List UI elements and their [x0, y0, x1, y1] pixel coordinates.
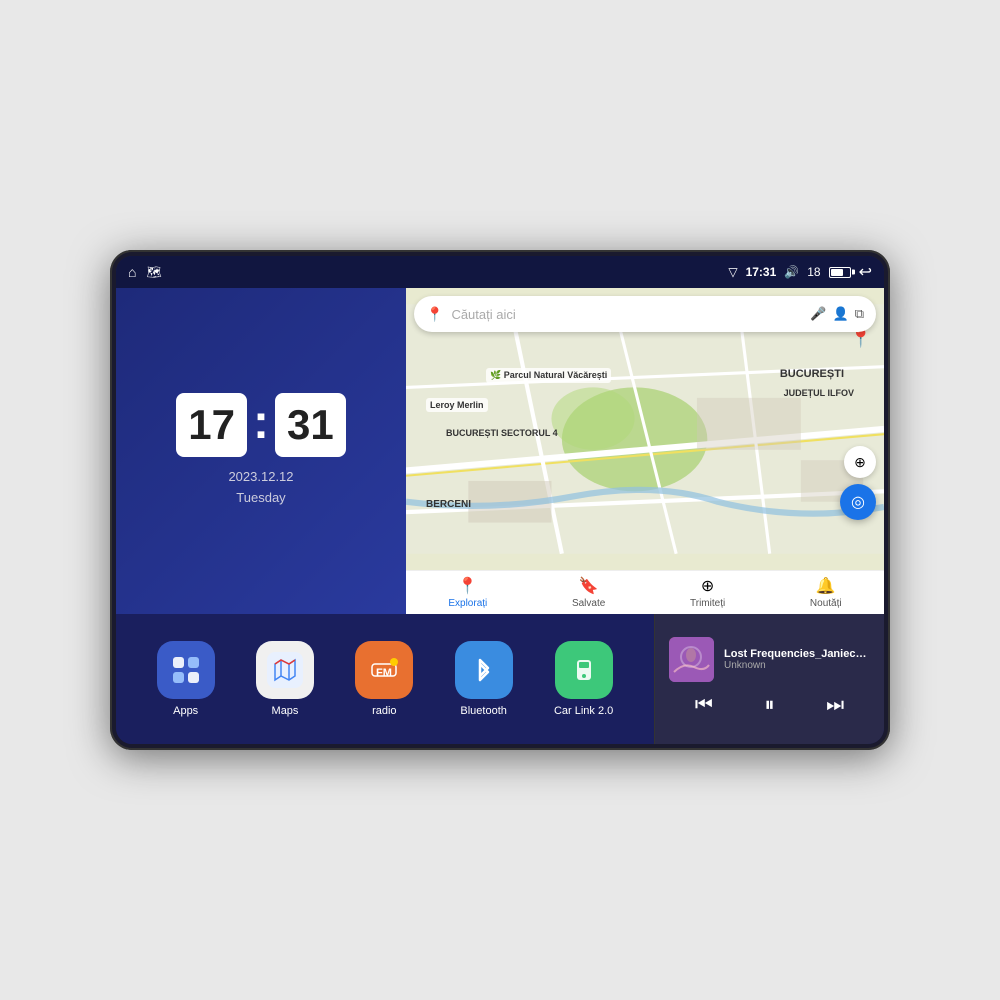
app-item-radio[interactable]: FM radio [355, 641, 413, 717]
music-thumbnail [669, 637, 714, 682]
status-right-area: ▽ 17:31 🔊 18 ↩ [728, 262, 872, 282]
home-icon[interactable]: ⌂ [128, 264, 136, 280]
news-label: Noutăți [810, 598, 842, 609]
bluetooth-icon [466, 652, 502, 688]
music-prev-button[interactable]: ⏮ [685, 690, 723, 721]
map-search-bar[interactable]: 📍 Căutați aici 🎤 👤 ⧉ [414, 296, 876, 332]
maps-icon-bg [256, 641, 314, 699]
maps-icon [267, 652, 303, 688]
device-screen: ⌂ 🗺 ▽ 17:31 🔊 18 ↩ [116, 256, 884, 744]
map-label-parc: 🌿 Parcul Natural Văcărești [486, 368, 611, 383]
status-time: 17:31 [746, 265, 777, 279]
map-pin-icon: 📍 [426, 306, 443, 323]
radio-icon-bg: FM [355, 641, 413, 699]
map-nav-saved[interactable]: 🔖 Salvate [572, 576, 605, 609]
explore-icon: 📍 [458, 576, 478, 596]
map-nav-explore[interactable]: 📍 Explorați [448, 576, 487, 609]
volume-icon: 🔊 [784, 265, 799, 279]
map-search-text: Căutați aici [451, 307, 802, 322]
map-label-bucuresti: BUCUREȘTI [780, 368, 844, 380]
map-label-sector4: BUCUREȘTI SECTORUL 4 [446, 428, 558, 438]
bluetooth-icon-bg [455, 641, 513, 699]
music-artist: Unknown [724, 660, 870, 671]
saved-label: Salvate [572, 598, 605, 609]
back-button[interactable]: ↩ [859, 262, 872, 282]
bluetooth-label: Bluetooth [460, 705, 506, 717]
explore-label: Explorați [448, 598, 487, 609]
map-location-fab[interactable]: ◎ [840, 484, 876, 520]
map-nav-send[interactable]: ⊕ Trimiteți [690, 576, 725, 609]
map-label-leroy: Leroy Merlin [426, 398, 488, 412]
account-icon[interactable]: 👤 [833, 306, 849, 322]
apps-icon-bg [157, 641, 215, 699]
app-item-apps[interactable]: Apps [157, 641, 215, 717]
clock-widget: 17 : 31 2023.12.12 Tuesday [116, 288, 406, 614]
apps-label: Apps [173, 705, 198, 717]
carlink-label: Car Link 2.0 [554, 705, 613, 717]
clock-hours: 17 [176, 393, 247, 457]
app-item-carlink[interactable]: Car Link 2.0 [554, 641, 613, 717]
map-label-berceni: BERCENI [426, 499, 471, 510]
svg-text:FM: FM [376, 667, 392, 679]
music-next-button[interactable]: ⏭ [816, 690, 854, 721]
map-widget: 📍 Căutați aici 🎤 👤 ⧉ [406, 288, 884, 614]
battery-icon [829, 267, 851, 278]
radio-label: radio [372, 705, 396, 717]
signal-icon: ▽ [728, 265, 737, 279]
music-thumb-art [669, 637, 714, 682]
carlink-icon-bg [555, 641, 613, 699]
car-display-device: ⌂ 🗺 ▽ 17:31 🔊 18 ↩ [110, 250, 890, 750]
top-section: 17 : 31 2023.12.12 Tuesday 📍 Căutați aic… [116, 288, 884, 614]
music-art-svg [669, 637, 714, 682]
send-icon: ⊕ [701, 576, 714, 596]
clock-minutes: 31 [275, 393, 346, 457]
carlink-icon [566, 652, 602, 688]
battery-indicator [829, 267, 851, 278]
volume-level: 18 [807, 265, 820, 279]
map-search-icons: 🎤 👤 ⧉ [810, 306, 864, 322]
map-nav-news[interactable]: 🔔 Noutăți [810, 576, 842, 609]
radio-icon: FM [366, 652, 402, 688]
bottom-section: Apps Maps [116, 614, 884, 744]
maps-status-icon[interactable]: 🗺 [146, 265, 161, 279]
apps-section: Apps Maps [116, 614, 654, 744]
apps-icon [169, 653, 203, 687]
music-controls: ⏮ ⏸ ⏭ [669, 690, 870, 721]
layers-icon[interactable]: ⧉ [855, 306, 864, 322]
clock-colon: : [253, 399, 269, 447]
map-compass[interactable]: ⊕ [844, 446, 876, 478]
maps-label: Maps [272, 705, 299, 717]
music-playpause-button[interactable]: ⏸ [754, 690, 784, 721]
app-item-maps[interactable]: Maps [256, 641, 314, 717]
news-icon: 🔔 [816, 576, 836, 596]
send-label: Trimiteți [690, 598, 725, 609]
saved-icon: 🔖 [579, 576, 599, 596]
status-bar: ⌂ 🗺 ▽ 17:31 🔊 18 ↩ [116, 256, 884, 288]
clock-date: 2023.12.12 Tuesday [228, 467, 293, 509]
map-label-judet: JUDEȚUL ILFOV [784, 388, 854, 398]
main-content: 17 : 31 2023.12.12 Tuesday 📍 Căutați aic… [116, 288, 884, 744]
music-player: Lost Frequencies_Janieck Devy-... Unknow… [654, 614, 884, 744]
status-left-icons: ⌂ 🗺 [128, 264, 162, 280]
app-item-bluetooth[interactable]: Bluetooth [455, 641, 513, 717]
music-meta: Lost Frequencies_Janieck Devy-... Unknow… [724, 648, 870, 671]
mic-icon[interactable]: 🎤 [810, 306, 826, 322]
music-info: Lost Frequencies_Janieck Devy-... Unknow… [669, 637, 870, 682]
clock-display: 17 : 31 [176, 393, 345, 457]
map-bottom-nav: 📍 Explorați 🔖 Salvate ⊕ Trimiteți 🔔 [406, 570, 884, 614]
music-title: Lost Frequencies_Janieck Devy-... [724, 648, 870, 660]
